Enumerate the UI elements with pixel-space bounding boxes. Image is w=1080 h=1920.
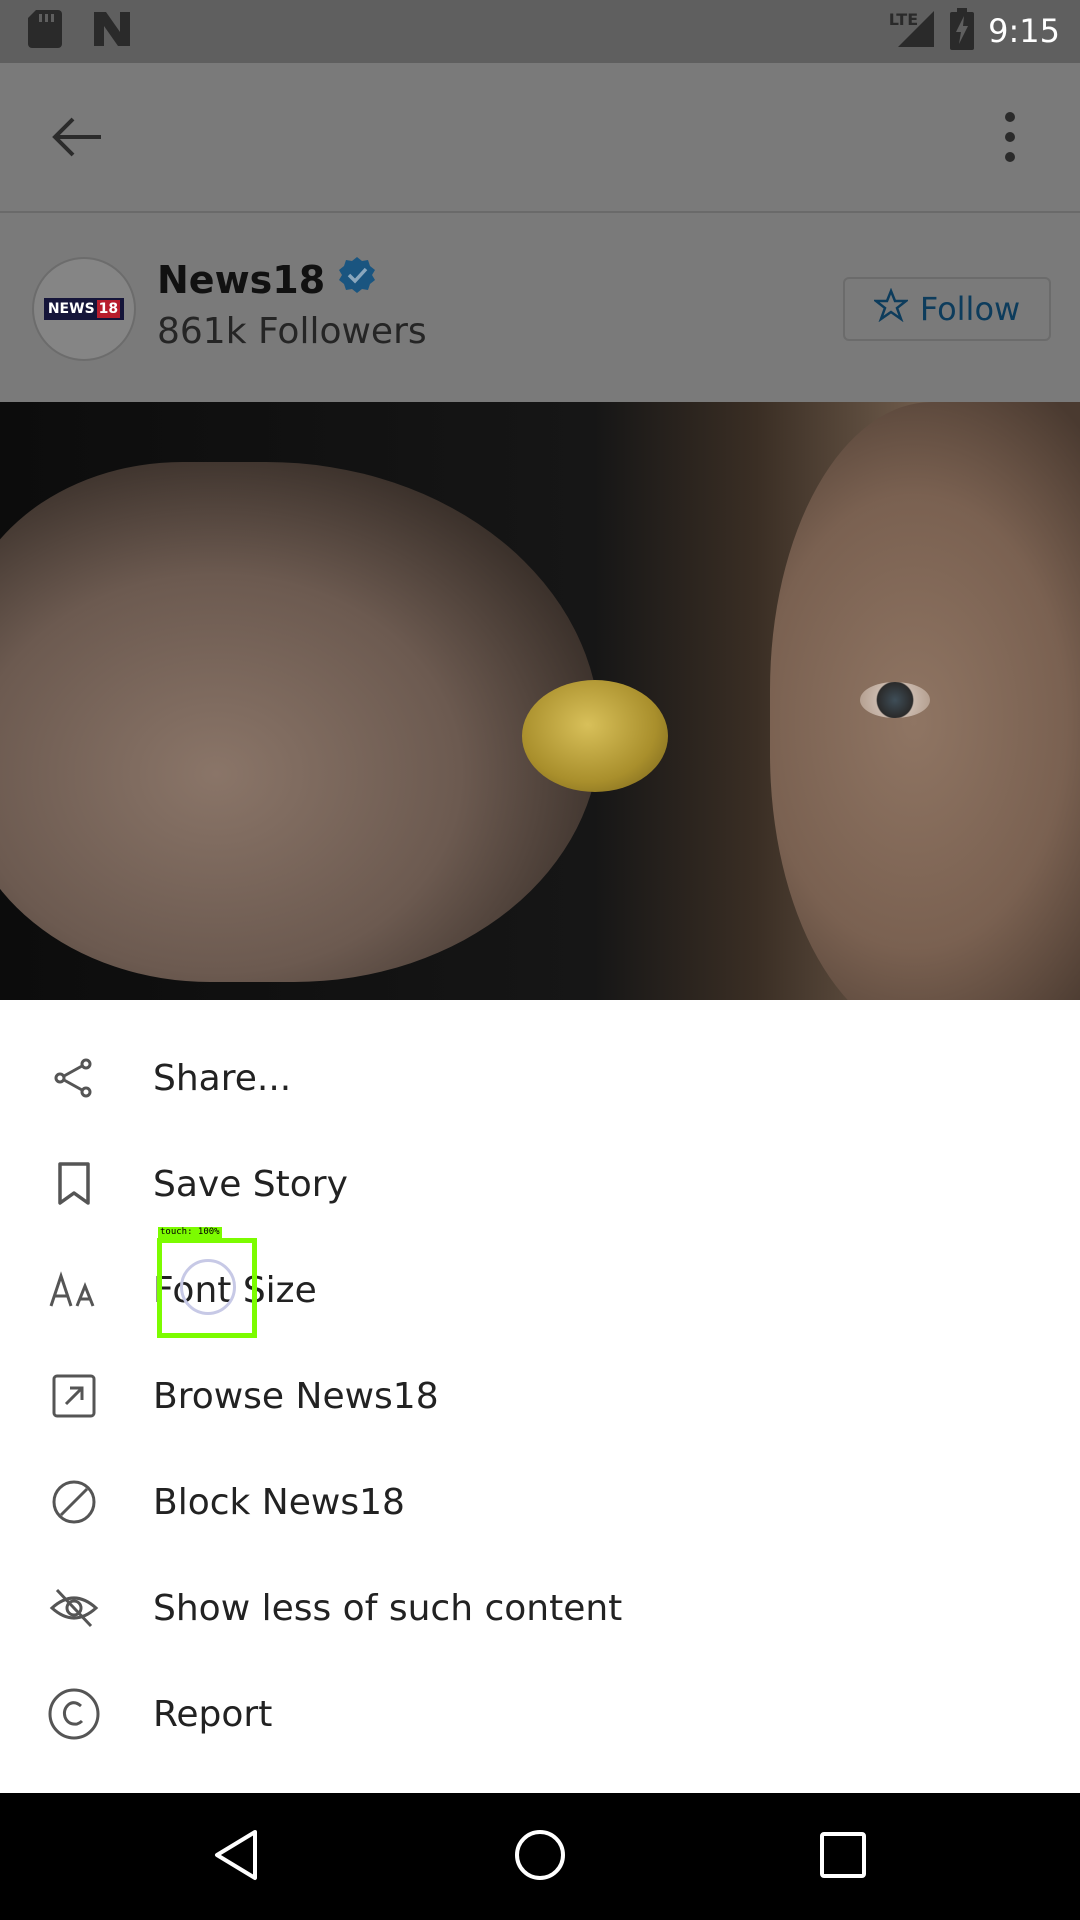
menu-label-block-publisher: Block News18 <box>153 1481 405 1523</box>
nav-recents-icon <box>819 1831 867 1883</box>
status-bar: LTE 9:15 <box>0 0 1080 63</box>
more-options-button[interactable] <box>1000 107 1050 167</box>
menu-item-block-publisher[interactable]: Block News18 <box>0 1449 1080 1555</box>
menu-item-browse-publisher[interactable]: Browse News18 <box>0 1343 1080 1449</box>
touch-indicator-label: touch: 100% <box>158 1227 222 1238</box>
hand-shape <box>0 462 600 982</box>
menu-label-save-story: Save Story <box>153 1163 348 1205</box>
menu-label-browse-publisher: Browse News18 <box>153 1375 439 1417</box>
app-bar <box>0 63 1080 213</box>
follower-count: 861k Followers <box>157 311 427 352</box>
publisher-name-row: News18 <box>157 255 377 304</box>
touch-point-indicator <box>180 1259 236 1315</box>
status-time: 9:15 <box>988 12 1060 50</box>
publisher-avatar[interactable]: NEWS 18 <box>32 257 136 361</box>
menu-item-share[interactable]: Share... <box>0 1025 1080 1131</box>
menu-item-show-less[interactable]: Show less of such content <box>0 1555 1080 1661</box>
menu-label-show-less: Show less of such content <box>153 1587 623 1629</box>
follow-label: Follow <box>919 290 1021 328</box>
font-size-icon <box>46 1262 102 1318</box>
article-hero-image <box>0 402 1080 1000</box>
share-icon <box>46 1050 102 1106</box>
copyright-icon <box>46 1686 102 1742</box>
system-nav-bar <box>0 1793 1080 1920</box>
menu-label-report: Report <box>153 1693 273 1735</box>
options-bottom-sheet: Share... Save Story Font Size Browse New… <box>0 1000 1080 1793</box>
sd-card-icon <box>28 10 62 52</box>
publisher-name[interactable]: News18 <box>157 258 325 302</box>
logo-text: NEWS <box>47 301 95 317</box>
eye-off-icon <box>46 1580 102 1636</box>
lte-label: LTE <box>888 9 919 29</box>
menu-label-share: Share... <box>153 1057 292 1099</box>
open-external-icon <box>46 1368 102 1424</box>
nav-home-icon <box>513 1828 567 1886</box>
arrow-back-icon <box>45 117 105 171</box>
nav-back-button[interactable] <box>206 1827 266 1887</box>
nav-recents-button[interactable] <box>813 1827 873 1887</box>
battery-charging-icon <box>950 8 975 54</box>
publisher-header: NEWS 18 News18 861k Followers Follow <box>0 213 1080 402</box>
verified-badge-icon <box>337 255 377 304</box>
back-button[interactable] <box>45 107 115 167</box>
n-notification-icon <box>92 10 132 52</box>
block-icon <box>46 1474 102 1530</box>
news18-logo: NEWS 18 <box>43 298 125 320</box>
menu-item-save-story[interactable]: Save Story <box>0 1131 1080 1237</box>
nav-home-button[interactable] <box>510 1827 570 1887</box>
bookmark-icon <box>46 1156 102 1212</box>
gold-coin-shape <box>522 680 668 792</box>
logo-number: 18 <box>96 300 121 318</box>
menu-item-report[interactable]: Report <box>0 1661 1080 1767</box>
more-vert-icon <box>1000 112 1020 171</box>
eye-shape <box>860 682 930 718</box>
follow-button[interactable]: Follow <box>843 277 1051 341</box>
nav-back-icon <box>211 1828 261 1886</box>
star-outline-icon <box>872 287 910 330</box>
